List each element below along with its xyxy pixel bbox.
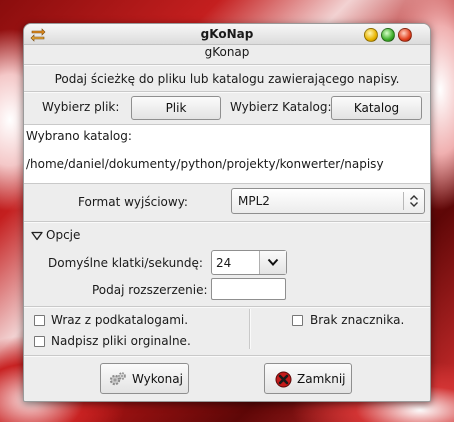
close-circle-icon xyxy=(275,371,292,388)
format-value: MPL2 xyxy=(238,194,270,208)
close-label: Zamknij xyxy=(297,372,346,386)
overwrite-checkbox[interactable] xyxy=(34,336,45,347)
title-bar[interactable]: gKoNap xyxy=(24,24,430,45)
close-window-button[interactable] xyxy=(398,28,412,42)
fps-value: 24 xyxy=(216,256,232,270)
ext-label: Podaj rozszerzenie: xyxy=(92,283,208,297)
format-label: Format wyjściowy: xyxy=(78,195,188,209)
format-select[interactable]: MPL2 xyxy=(231,188,425,214)
extension-input[interactable] xyxy=(211,278,286,300)
selection-title: Wybrano katalog: xyxy=(26,129,132,143)
divider xyxy=(24,306,430,308)
app-heading: gKonap xyxy=(204,45,250,59)
options-label: Opcje xyxy=(46,228,81,242)
no-marker-checkbox[interactable] xyxy=(292,315,303,326)
vertical-divider xyxy=(249,309,251,349)
selection-textview[interactable]: Wybrano katalog: /home/daniel/dokumenty/… xyxy=(24,124,430,184)
triangle-down-icon xyxy=(31,231,43,241)
options-expander[interactable]: Opcje xyxy=(31,228,111,244)
subdirs-checkbox[interactable] xyxy=(34,315,45,326)
fps-dropdown-button[interactable] xyxy=(259,251,286,274)
gkonap-window: gKoNap gKonap Podaj ścieżkę do pliku lub… xyxy=(23,23,431,402)
dir-label: Wybierz Katalog: xyxy=(230,100,332,114)
file-button[interactable]: Plik xyxy=(131,96,221,120)
no-marker-label: Brak znacznika. xyxy=(310,313,405,327)
file-label: Wybierz plik: xyxy=(42,100,120,114)
maximize-button[interactable] xyxy=(381,28,395,42)
instruction-text: Podaj ścieżkę do pliku lub katalogu zawi… xyxy=(54,72,400,86)
overwrite-label: Nadpisz pliki orginalne. xyxy=(51,334,191,348)
gears-icon xyxy=(109,372,126,386)
divider xyxy=(24,221,430,223)
fps-label: Domyślne klatki/sekundę: xyxy=(48,256,203,270)
minimize-button[interactable] xyxy=(364,28,378,42)
chevron-down-icon xyxy=(267,258,279,266)
run-button[interactable]: Wykonaj xyxy=(100,363,189,394)
selection-path: /home/daniel/dokumenty/python/projekty/k… xyxy=(26,157,384,171)
subdirs-label: Wraz z podkatalogami. xyxy=(51,313,189,327)
divider xyxy=(24,355,430,357)
dir-button[interactable]: Katalog xyxy=(331,96,422,120)
fps-combo[interactable]: 24 xyxy=(211,250,287,275)
updown-arrows-icon xyxy=(410,195,418,207)
run-label: Wykonaj xyxy=(132,372,183,386)
divider xyxy=(24,64,430,66)
close-button[interactable]: Zamknij xyxy=(264,363,352,394)
divider xyxy=(24,91,430,93)
